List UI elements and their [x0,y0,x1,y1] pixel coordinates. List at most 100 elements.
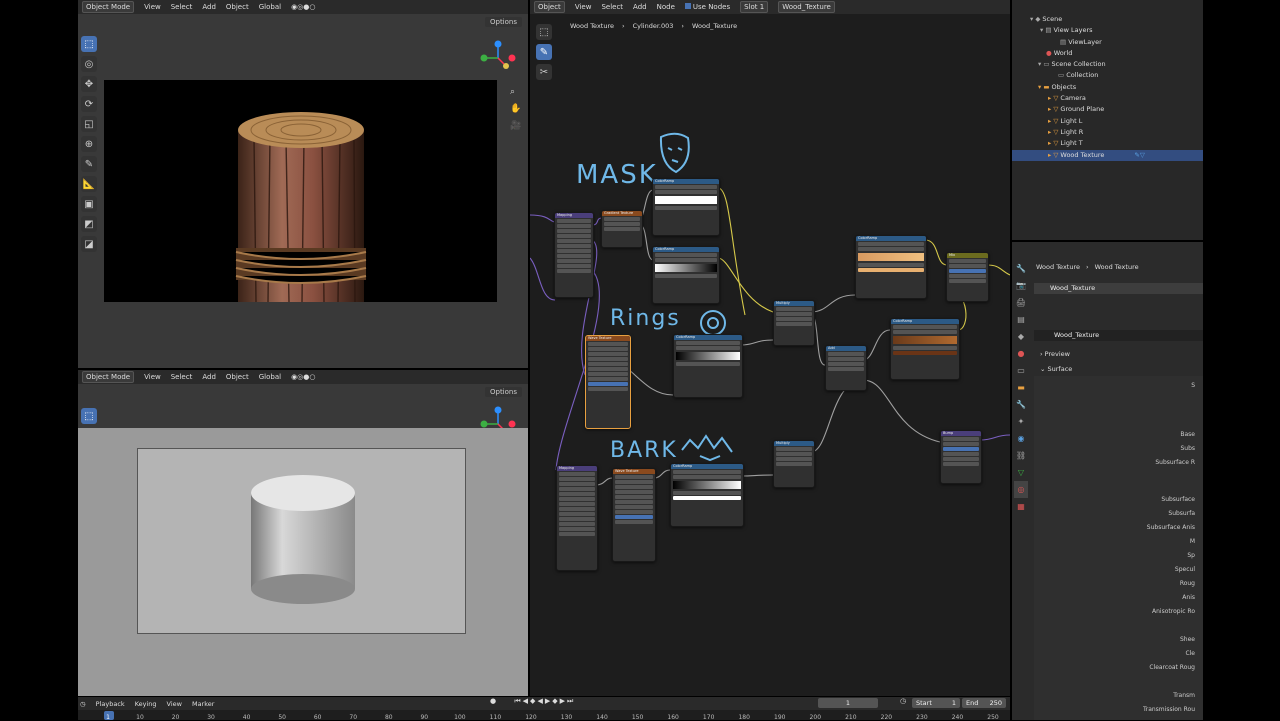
viewport-shading-icons[interactable]: ◉◎●○ [291,3,315,11]
outliner-item-scene-collection[interactable]: ▾ ▭ Scene Collection [1012,59,1203,70]
breadcrumb-item: Wood Texture [1036,263,1080,271]
outliner-item-scene[interactable]: ▾ ◆ Scene [1012,14,1203,25]
scale-icon[interactable]: ◱ [81,116,97,132]
viewport-shading-icons[interactable]: ◉◎●○ [291,373,315,381]
menu-add[interactable]: Add [202,3,216,11]
menu-object[interactable]: Object [226,373,249,381]
menu-marker[interactable]: Marker [192,700,214,708]
constraints-tab-icon[interactable]: ⛓ [1014,447,1028,464]
render-tab-icon[interactable]: 📷 [1014,277,1028,294]
menu-add[interactable]: Add [202,373,216,381]
outliner-item-camera[interactable]: ▸ ▽ Camera [1012,93,1203,104]
node-mix[interactable]: Mix [946,252,989,302]
transform-orientation-select[interactable]: Global [259,3,281,11]
select-box-icon[interactable]: ⬚ [81,408,97,424]
bottom-viewport[interactable]: Object Mode View Select Add Object Globa… [78,370,528,696]
material-tab-icon[interactable]: ◎ [1014,481,1028,498]
play-reverse-icon[interactable]: ◀ [537,697,544,705]
panel-preview[interactable]: › Preview [1040,350,1070,358]
options-button[interactable]: Options [484,17,522,27]
node-multiply-bottom[interactable]: Multiply [773,440,815,488]
particles-tab-icon[interactable]: ✦ [1014,413,1028,430]
add-cube-icon[interactable]: ▣ [81,196,97,212]
node-mapping-bottom[interactable]: Mapping [556,465,598,571]
prev-key-icon[interactable]: ◀◆ [523,697,538,705]
editor-type-icon[interactable]: ◷ [80,700,86,708]
node-colorramp-3[interactable]: ColorRamp [855,235,927,299]
outliner-item-light-l[interactable]: ▸ ▽ Light L [1012,116,1203,127]
top-viewport[interactable]: Object Mode View Select Add Object Globa… [78,0,528,368]
mode-select[interactable]: Object Mode [82,1,135,13]
outliner-item-light-t[interactable]: ▸ ▽ Light T [1012,138,1203,149]
rotate-icon[interactable]: ⟳ [81,96,97,112]
object-tab-icon[interactable]: ▬ [1014,379,1028,396]
outliner-item-collection[interactable]: ▭ Collection [1012,70,1203,81]
node-wave-texture-rings[interactable]: Wave Texture [585,335,631,429]
current-frame-field[interactable]: 1 [818,698,878,708]
outliner-item-view-layers[interactable]: ▾ ▤ View Layers [1012,25,1203,36]
node-colorramp-rings[interactable]: ColorRamp [673,334,743,398]
annotate-icon[interactable]: ✎ [81,156,97,172]
modifier-tab-icon[interactable]: 🔧 [1014,396,1028,413]
move-icon[interactable]: ✥ [81,76,97,92]
next-key-icon[interactable]: ◆▶ [552,697,567,705]
menu-view[interactable]: View [167,700,182,708]
node-add[interactable]: Add [825,345,867,391]
menu-view[interactable]: View [144,373,161,381]
node-colorramp-bark[interactable]: ColorRamp [670,463,744,527]
panel-surface[interactable]: ⌄ Surface [1040,365,1072,373]
world-tab-icon[interactable]: ● [1014,345,1028,362]
node-bump[interactable]: Bump [940,430,982,484]
output-tab-icon[interactable]: 🖨 [1014,294,1028,311]
material-datablock-select[interactable]: Wood_Texture [1034,330,1203,341]
outliner-item-world[interactable]: ● World [1012,48,1203,59]
jump-end-icon[interactable]: ⏭ [567,697,575,705]
collection-tab-icon[interactable]: ▭ [1014,362,1028,379]
select-box-icon[interactable]: ⬚ [81,36,97,52]
physics-tab-icon[interactable]: ◉ [1014,430,1028,447]
texture-tab-icon[interactable]: ▦ [1014,498,1028,515]
measure-icon[interactable]: 📐 [81,176,97,192]
node-gradient-texture[interactable]: Gradient Texture [601,210,643,248]
zoom-icon[interactable]: ⌕ [510,84,521,101]
menu-select[interactable]: Select [171,373,193,381]
jump-start-icon[interactable]: ⏮ [514,697,522,705]
outliner-item-viewlayer[interactable]: ▤ ViewLayer [1012,37,1203,48]
data-tab-icon[interactable]: ▽ [1014,464,1028,481]
pan-hand-icon[interactable]: ✋ [510,101,521,118]
navigation-gizmo[interactable] [480,40,516,76]
scene-tab-icon[interactable]: ◆ [1014,328,1028,345]
inset-icon[interactable]: ◪ [81,236,97,252]
camera-view-icon[interactable]: 🎥 [510,118,521,135]
cursor-icon[interactable]: ◎ [81,56,97,72]
outliner-item-light-r[interactable]: ▸ ▽ Light R [1012,127,1203,138]
node-colorramp-1[interactable]: ColorRamp [652,178,720,236]
node-colorramp-2[interactable]: ColorRamp [652,246,720,304]
transform-icon[interactable]: ⊕ [81,136,97,152]
outliner-item-ground-plane[interactable]: ▸ ▽ Ground Plane [1012,104,1203,115]
node-wave-texture-bark[interactable]: Wave Texture [612,468,656,562]
outliner-item-wood-texture[interactable]: ▸ ▽ Wood Texture ✎▽ [1012,149,1203,161]
view-layer-tab-icon[interactable]: ▤ [1014,311,1028,328]
mode-select[interactable]: Object Mode [82,371,135,383]
menu-keying[interactable]: Keying [135,700,157,708]
end-frame-field[interactable]: End 250 [962,698,1006,708]
menu-playback[interactable]: Playback [96,700,125,708]
material-slot-list[interactable]: Wood_Texture [1034,283,1203,294]
menu-view[interactable]: View [144,3,161,11]
transform-orientation-select[interactable]: Global [259,373,281,381]
timeline-ruler[interactable] [78,710,1010,720]
node-mapping-top[interactable]: Mapping [554,212,594,298]
node-editor[interactable]: Object View Select Add Node Use Nodes Sl… [530,0,1010,696]
record-icon[interactable]: ● [490,697,498,705]
start-frame-field[interactable]: Start 1 [912,698,960,708]
node-multiply-top[interactable]: Multiply [773,300,815,346]
menu-object[interactable]: Object [226,3,249,11]
extrude-icon[interactable]: ◩ [81,216,97,232]
menu-select[interactable]: Select [171,3,193,11]
timeline: ◷ Playback Keying View Marker ● ⏮◀◆◀▶◆▶⏭… [78,697,1010,720]
outliner-item-objects[interactable]: ▾ ▬ Objects [1012,82,1203,93]
tool-tab-icon[interactable]: 🔧 [1014,260,1028,277]
node-colorramp-dark[interactable]: ColorRamp [890,318,960,380]
options-button[interactable]: Options [484,387,522,397]
